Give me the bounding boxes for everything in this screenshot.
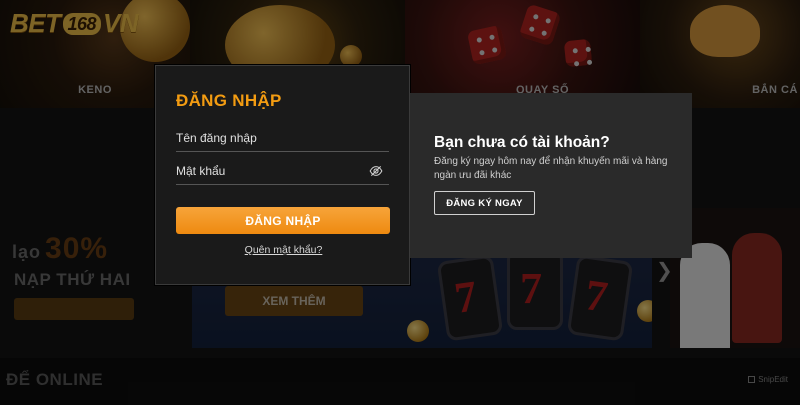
password-field[interactable]	[176, 159, 389, 185]
signup-description: Đăng ký ngay hôm nay để nhận khuyến mãi …	[434, 156, 668, 181]
signup-panel: Bạn chưa có tài khoản? Đăng ký ngay hôm …	[410, 93, 692, 258]
username-input[interactable]	[176, 126, 389, 150]
signup-button[interactable]: ĐĂNG KÝ NGAY	[434, 191, 535, 215]
username-field[interactable]	[176, 126, 389, 152]
login-panel: ĐĂNG NHẬP ĐĂNG NHẬP Quên mật khẩu?	[155, 65, 410, 285]
eye-slash-icon[interactable]	[369, 164, 383, 178]
login-title: ĐĂNG NHẬP	[176, 91, 282, 110]
password-input[interactable]	[176, 159, 389, 183]
login-submit-button[interactable]: ĐĂNG NHẬP	[176, 207, 390, 234]
signup-title: Bạn chưa có tài khoản?	[434, 134, 610, 151]
forgot-password-link[interactable]: Quên mật khẩu?	[156, 244, 411, 256]
